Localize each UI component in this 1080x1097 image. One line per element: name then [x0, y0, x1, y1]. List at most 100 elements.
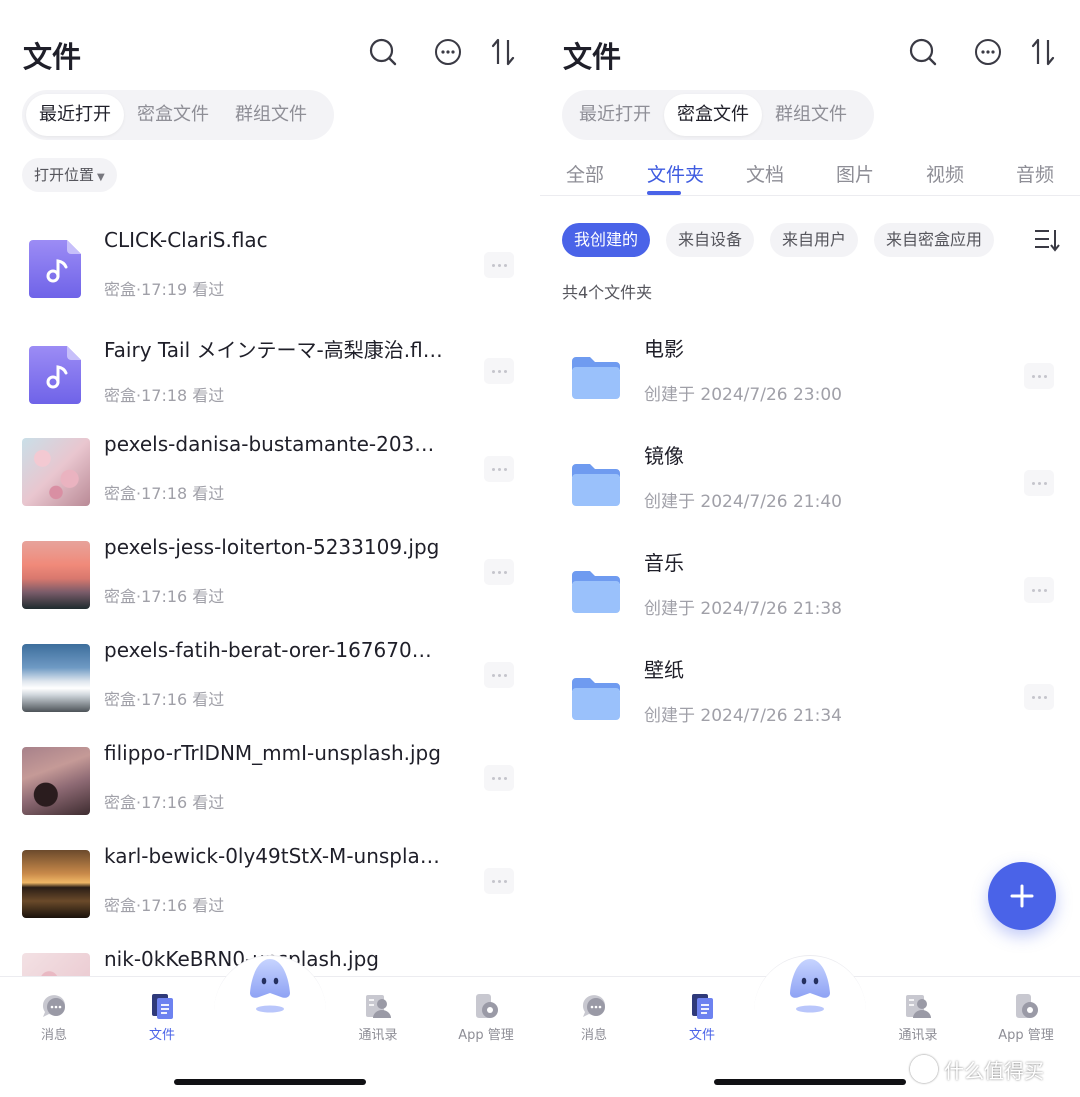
folder-more-button[interactable]	[1024, 577, 1054, 603]
more-options-icon[interactable]	[433, 37, 463, 67]
file-more-button[interactable]	[484, 662, 514, 688]
app-manage-icon	[476, 994, 498, 1018]
file-name: pexels-jess-loiterton-5233109.jpg	[104, 535, 440, 559]
file-more-button[interactable]	[484, 252, 514, 278]
add-button[interactable]	[988, 862, 1056, 930]
file-row[interactable]: pexels-fatih-berat-orer-1676707.jpg 密盒·1…	[0, 634, 540, 734]
image-thumbnail	[22, 541, 90, 609]
file-name: karl-bewick-0ly49tStX-M-unsplash.jpg	[104, 844, 444, 868]
tab-contacts[interactable]: 通讯录	[878, 991, 958, 1043]
file-row[interactable]: pexels-danisa-bustamante-2035.jpg 密盒·17:…	[0, 428, 540, 528]
folder-meta: 创建于 2024/7/26 23:00	[644, 385, 842, 405]
page-title: 文件	[563, 40, 622, 74]
recent-files-screen: 文件 最近打开 密盒文件 群组文件 打开位置 ▼ CLICK-ClariS.fla…	[0, 0, 540, 1097]
file-name: Fairy Tail メインテーマ-高梨康治.flac	[104, 338, 444, 362]
file-more-button[interactable]	[484, 358, 514, 384]
open-location-filter[interactable]: 打开位置 ▼	[22, 158, 117, 192]
file-row[interactable]: Fairy Tail メインテーマ-高梨康治.flac 密盒·17:18 看过	[0, 330, 540, 430]
tab-recent[interactable]: 最近打开	[566, 94, 664, 136]
file-row[interactable]: CLICK-ClariS.flac 密盒·17:19 看过	[0, 224, 540, 324]
folder-more-button[interactable]	[1024, 470, 1054, 496]
image-thumbnail	[22, 438, 90, 506]
search-icon[interactable]	[908, 37, 938, 67]
plus-icon	[1010, 884, 1034, 908]
subtab-videos[interactable]: 视频	[926, 160, 964, 187]
home-indicator	[174, 1079, 366, 1085]
file-more-button[interactable]	[484, 559, 514, 585]
watermark: 什么值得买	[910, 1052, 1044, 1086]
folder-row[interactable]: 镜像 创建于 2024/7/26 21:40	[540, 440, 1080, 540]
chat-icon	[42, 995, 65, 1017]
sort-icon[interactable]	[1028, 37, 1058, 67]
tab-group-files[interactable]: 群组文件	[762, 94, 860, 136]
file-meta: 密盒·17:18 看过	[104, 484, 225, 503]
file-source-tabs: 最近打开 密盒文件 群组文件	[22, 90, 334, 140]
watermark-text: 什么值得买	[944, 1058, 1044, 1083]
filter-from-device[interactable]: 来自设备	[666, 223, 755, 257]
folder-meta: 创建于 2024/7/26 21:34	[644, 706, 842, 726]
subtab-images[interactable]: 图片	[836, 160, 874, 187]
image-thumbnail	[22, 644, 90, 712]
search-icon[interactable]	[368, 37, 398, 67]
tab-group-files[interactable]: 群组文件	[222, 94, 320, 136]
filter-from-user[interactable]: 来自用户	[770, 223, 859, 257]
filter-created-by-me[interactable]: 我创建的	[562, 223, 651, 257]
active-subtab-indicator	[647, 191, 681, 195]
subtab-folders[interactable]: 文件夹	[647, 160, 704, 187]
file-type-tabs: 全部 文件夹 文档 图片 视频 音频	[540, 148, 1080, 196]
tab-vault-files[interactable]: 密盒文件	[124, 94, 222, 136]
folder-more-button[interactable]	[1024, 684, 1054, 710]
tab-recent[interactable]: 最近打开	[26, 94, 124, 136]
file-name: filippo-rTrIDNM_mmI-unsplash.jpg	[104, 741, 441, 765]
subtab-all[interactable]: 全部	[566, 160, 604, 187]
subtab-audio[interactable]: 音频	[1016, 160, 1054, 187]
tab-files[interactable]: 文件	[122, 991, 202, 1043]
folder-meta: 创建于 2024/7/26 21:40	[644, 492, 842, 512]
file-name: pexels-danisa-bustamante-2035.jpg	[104, 432, 444, 456]
tab-label: 文件	[688, 1028, 715, 1043]
tab-messages[interactable]: 消息	[554, 991, 634, 1043]
filter-from-vault-app[interactable]: 来自密盒应用	[874, 223, 995, 257]
tab-contacts[interactable]: 通讯录	[338, 991, 418, 1043]
bottom-tab-bar: 消息 文件 通讯录 App 管理	[0, 955, 540, 1097]
tab-label: App 管理	[458, 1028, 514, 1043]
tab-label: App 管理	[998, 1028, 1054, 1043]
folder-more-button[interactable]	[1024, 363, 1054, 389]
app-manage-icon	[1016, 994, 1038, 1018]
watermark-logo-icon	[910, 1055, 938, 1083]
image-thumbnail	[22, 747, 90, 815]
file-source-tabs: 最近打开 密盒文件 群组文件	[562, 90, 874, 140]
file-meta: 密盒·17:16 看过	[104, 793, 225, 812]
audio-file-icon	[22, 340, 90, 408]
folder-icon	[572, 571, 620, 613]
tab-app-manage[interactable]: App 管理	[986, 991, 1066, 1043]
folder-row[interactable]: 电影 创建于 2024/7/26 23:00	[540, 333, 1080, 433]
file-icon	[152, 994, 173, 1019]
mascot-icon[interactable]	[787, 957, 833, 1017]
sort-icon[interactable]	[488, 37, 518, 67]
file-row[interactable]: pexels-jess-loiterton-5233109.jpg 密盒·17:…	[0, 531, 540, 631]
mascot-icon[interactable]	[247, 957, 293, 1017]
open-location-label: 打开位置	[34, 166, 95, 184]
file-meta: 密盒·17:18 看过	[104, 386, 225, 405]
file-row[interactable]: filippo-rTrIDNM_mmI-unsplash.jpg 密盒·17:1…	[0, 737, 540, 837]
file-more-button[interactable]	[484, 765, 514, 791]
tab-label: 消息	[40, 1028, 67, 1043]
folder-row[interactable]: 壁纸 创建于 2024/7/26 21:34	[540, 654, 1080, 754]
more-options-icon[interactable]	[973, 37, 1003, 67]
subtab-documents[interactable]: 文档	[746, 160, 784, 187]
tab-messages[interactable]: 消息	[14, 991, 94, 1043]
page-title: 文件	[23, 40, 82, 74]
folder-name: 音乐	[644, 551, 684, 575]
caret-down-icon: ▼	[97, 172, 105, 183]
file-icon	[692, 994, 713, 1019]
folder-row[interactable]: 音乐 创建于 2024/7/26 21:38	[540, 547, 1080, 647]
list-sort-icon[interactable]	[1032, 226, 1062, 254]
file-row[interactable]: karl-bewick-0ly49tStX-M-unsplash.jpg 密盒·…	[0, 840, 540, 940]
tab-app-manage[interactable]: App 管理	[446, 991, 526, 1043]
file-meta: 密盒·17:16 看过	[104, 896, 225, 915]
file-more-button[interactable]	[484, 456, 514, 482]
tab-files[interactable]: 文件	[662, 991, 742, 1043]
tab-vault-files[interactable]: 密盒文件	[664, 94, 762, 136]
file-more-button[interactable]	[484, 868, 514, 894]
